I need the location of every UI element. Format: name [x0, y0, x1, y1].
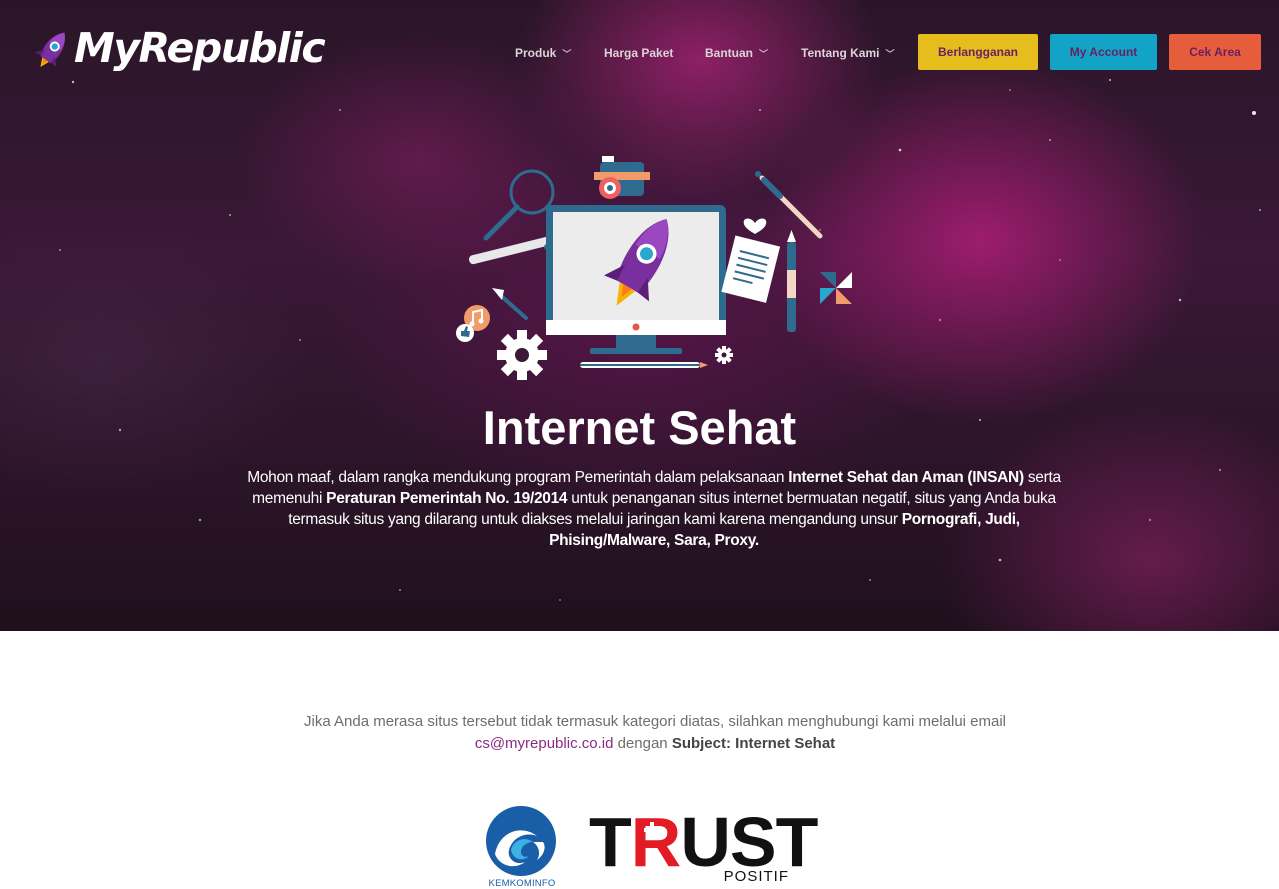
rocket-icon	[34, 32, 66, 68]
plus-icon	[643, 822, 660, 838]
trust-letter: UST	[680, 803, 818, 881]
heart-icon	[743, 218, 767, 234]
pencil-icon	[580, 362, 708, 368]
brand-name: MyRepublic	[74, 24, 326, 72]
gear-icon	[715, 346, 733, 364]
check-area-button[interactable]: Cek Area	[1169, 34, 1261, 70]
nav-item-label: Produk	[515, 46, 557, 60]
magnifier-icon	[483, 169, 555, 241]
ruler-icon	[469, 234, 559, 265]
nav-item-harga-paket[interactable]: Harga Paket	[604, 45, 673, 61]
subscribe-button[interactable]: Berlangganan	[918, 34, 1038, 70]
trust-letter-r: R	[631, 807, 682, 877]
email-link[interactable]: cs@myrepublic.co.id	[475, 735, 614, 752]
pinwheel-icon	[820, 272, 852, 304]
notice-text: Mohon maaf, dalam rangka mendukung progr…	[247, 469, 789, 486]
thumbs-up-icon	[456, 324, 474, 342]
contact-text: dengan	[613, 735, 672, 752]
nav-item-label: Tentang Kami	[801, 46, 880, 60]
contact-info: Jika Anda merasa situs tersebut tidak te…	[270, 711, 1040, 755]
trust-letter: R	[630, 803, 682, 881]
email-subject: Subject: Internet Sehat	[671, 735, 836, 752]
nav-item-tentang-kami[interactable]: Tentang Kami ﹀	[801, 45, 894, 61]
trust-positif-logo: T R UST POSITIF	[589, 806, 821, 888]
chevron-down-icon: ﹀	[562, 48, 572, 59]
brand-logo[interactable]: MyRepublic	[30, 24, 326, 80]
gear-icon	[497, 330, 547, 380]
trust-letter: T	[589, 803, 632, 881]
kemkominfo-emblem	[486, 806, 556, 876]
nav-item-bantuan[interactable]: Bantuan ﹀	[705, 45, 768, 61]
kemkominfo-logo: KEMKOMINFO	[481, 802, 563, 889]
document-icon	[721, 235, 781, 303]
monitor-icon	[546, 205, 726, 354]
chevron-down-icon: ﹀	[759, 48, 769, 59]
nav-item-label: Harga Paket	[604, 46, 674, 60]
my-account-button[interactable]: My Account	[1050, 34, 1157, 70]
nav-item-label: Bantuan	[705, 46, 753, 60]
chevron-down-icon: ﹀	[885, 48, 895, 59]
hero-illustration	[456, 156, 852, 380]
trust-subtitle: POSITIF	[723, 868, 789, 885]
kemkominfo-label: KEMKOMINFO	[488, 878, 556, 889]
nav-item-produk[interactable]: Produk ﹀	[515, 45, 571, 61]
contact-text: Jika Anda merasa situs tersebut tidak te…	[303, 713, 1007, 730]
notice-insan: Internet Sehat dan Aman (INSAN)	[788, 469, 1024, 486]
hero-section: MyRepublic Produk ﹀ Harga Paket Bantuan …	[0, 0, 1279, 631]
pen-icon	[787, 230, 796, 332]
camera-icon	[594, 156, 650, 199]
pen-nib-icon	[492, 288, 528, 320]
notice-regulation: Peraturan Pemerintah No. 19/2014	[326, 490, 568, 507]
page-title: Internet Sehat	[482, 401, 797, 454]
blocked-notice: Mohon maaf, dalam rangka mendukung progr…	[240, 467, 1068, 551]
